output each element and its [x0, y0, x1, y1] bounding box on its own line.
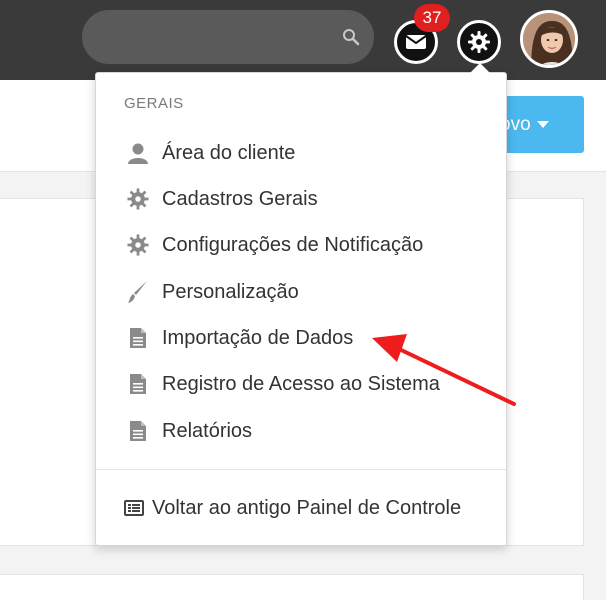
menu-item-relatorios[interactable]: Relatórios [126, 416, 252, 446]
section-label: GERAIS [124, 95, 184, 112]
menu-divider [96, 469, 506, 470]
user-avatar[interactable] [520, 10, 578, 68]
document-icon [126, 326, 150, 350]
search-icon[interactable] [342, 28, 360, 46]
caret-down-icon [536, 121, 549, 129]
gear-icon [126, 187, 150, 211]
search-input[interactable] [82, 10, 374, 64]
avatar-image [523, 13, 575, 65]
menu-item-label: Configurações de Notificação [162, 233, 424, 256]
settings-dropdown-menu: GERAIS Área do cliente Cadastros Gerais … [95, 63, 507, 546]
menu-item-registro-de-acesso[interactable]: Registro de Acesso ao Sistema [126, 369, 440, 399]
menu-item-area-do-cliente[interactable]: Área do cliente [126, 138, 295, 168]
menu-item-label: Personalização [162, 280, 299, 303]
menu-item-label: Voltar ao antigo Painel de Controle [152, 496, 462, 519]
menu-item-cadastros-gerais[interactable]: Cadastros Gerais [126, 184, 318, 214]
menu-item-configuracoes-de-notificacao[interactable]: Configurações de Notificação [126, 230, 423, 260]
document-icon [126, 372, 150, 396]
brush-icon [126, 280, 150, 304]
menu-item-label: Importação de Dados [162, 326, 354, 349]
document-icon [126, 419, 150, 443]
unread-badge: 37 [414, 4, 450, 32]
menu-item-personalizacao[interactable]: Personalização [126, 277, 299, 307]
panel-icon [124, 498, 146, 518]
settings-button[interactable] [457, 20, 501, 64]
menu-item-label: Cadastros Gerais [162, 187, 318, 210]
menu-item-label: Relatórios [162, 419, 253, 442]
content-card [0, 574, 584, 600]
menu-item-importacao-de-dados[interactable]: Importação de Dados [126, 323, 353, 353]
user-icon [126, 141, 150, 165]
mail-icon [405, 35, 427, 49]
menu-item-label: Área do cliente [162, 141, 296, 164]
gear-icon [468, 31, 490, 53]
menu-item-label: Registro de Acesso ao Sistema [162, 372, 440, 395]
top-navbar: 37 [0, 0, 606, 80]
gear-icon [126, 233, 150, 257]
menu-item-voltar-painel-antigo[interactable]: Voltar ao antigo Painel de Controle [124, 493, 461, 523]
